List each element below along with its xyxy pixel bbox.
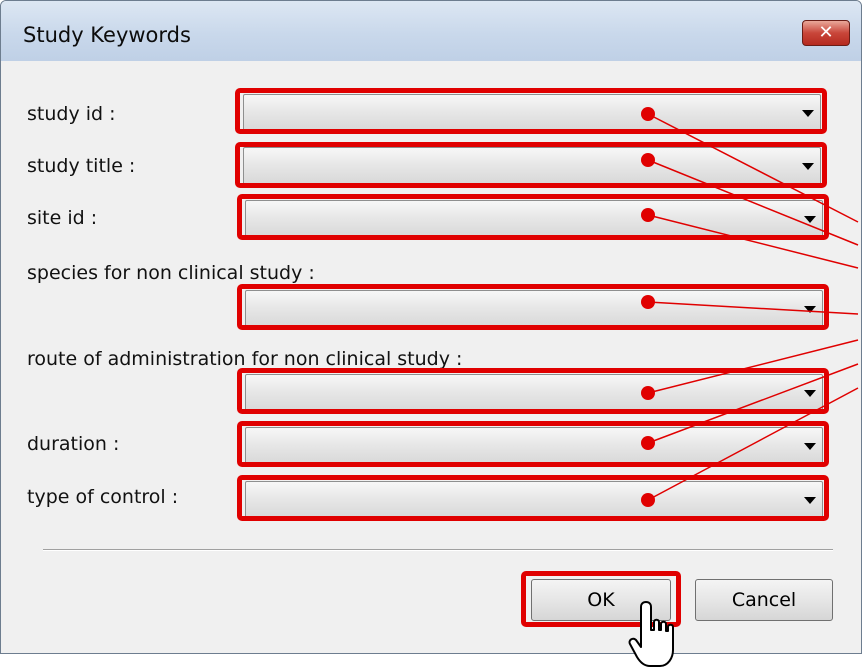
connector-line (647, 387, 859, 501)
connector-lines (647, 113, 859, 501)
connector-line (647, 363, 859, 444)
marker-dot (641, 295, 655, 309)
connector-line (647, 339, 859, 394)
annotation-overlay (628, 107, 859, 667)
marker-dot (641, 436, 655, 450)
connector-line (647, 159, 859, 246)
marker-dot (641, 386, 655, 400)
connector-line (647, 214, 859, 269)
connector-line (647, 113, 859, 223)
marker-dot (641, 493, 655, 507)
marker-dot (641, 107, 655, 121)
marker-dot (641, 153, 655, 167)
connector-line (647, 301, 859, 315)
hand-pointer-icon (628, 601, 674, 667)
marker-dot (641, 208, 655, 222)
